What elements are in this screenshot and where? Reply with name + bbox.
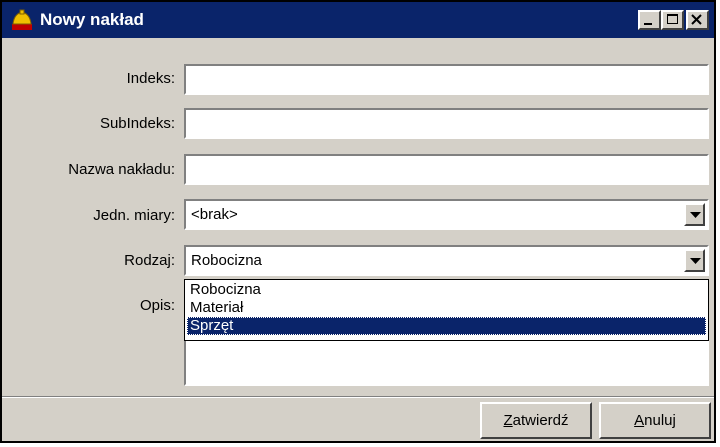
opis-label: Opis: [139,297,175,314]
jednostka-select[interactable]: <brak> [184,199,709,230]
rodzaj-dropdown-list: Robocizna Materiał Sprzęt [184,279,709,341]
minimize-button[interactable] [638,10,661,30]
cancel-button[interactable]: Anuluj [599,402,711,439]
indeks-field[interactable] [184,64,709,95]
rodzaj-select[interactable]: Robocizna [184,245,709,276]
confirm-accel: Z [503,412,513,429]
indeks-label: Indeks: [126,70,175,87]
app-icon [12,9,32,30]
confirm-button[interactable]: Zatwierdź [480,402,592,439]
chevron-down-icon [690,212,701,218]
confirm-label: atwierdź [512,412,569,429]
subindeks-label: SubIndeks: [99,115,175,132]
maximize-icon [667,14,678,24]
rodzaj-option-selected[interactable]: Sprzęt [187,317,706,335]
cancel-accel: A [634,412,645,429]
window-title: Nowy nakład [40,10,144,29]
jednostka-value: <brak> [191,206,238,223]
chevron-down-icon [690,258,701,264]
nazwa-field[interactable] [184,154,709,185]
nazwa-label: Nazwa nakładu: [68,161,175,178]
close-button[interactable] [686,10,709,30]
rodzaj-value: Robocizna [191,252,262,269]
rodzaj-label: Rodzaj: [124,252,175,269]
cancel-label: nuluj [644,412,676,429]
jednostka-label: Jedn. miary: [93,207,175,224]
close-icon [691,14,702,25]
rodzaj-dropdown-button[interactable] [684,249,705,272]
subindeks-field[interactable] [184,108,709,139]
separator [2,397,714,398]
rodzaj-option[interactable]: Materiał [187,299,706,317]
rodzaj-option[interactable]: Robocizna [187,281,706,299]
opis-memo[interactable] [184,340,709,386]
title-bar[interactable]: Nowy nakład [2,2,714,38]
dialog-window: Nowy nakład Indeks: SubIndeks: Nazwa nak… [0,0,716,443]
jednostka-dropdown-button[interactable] [684,203,705,226]
minimize-icon [644,23,652,25]
maximize-button[interactable] [661,10,684,30]
